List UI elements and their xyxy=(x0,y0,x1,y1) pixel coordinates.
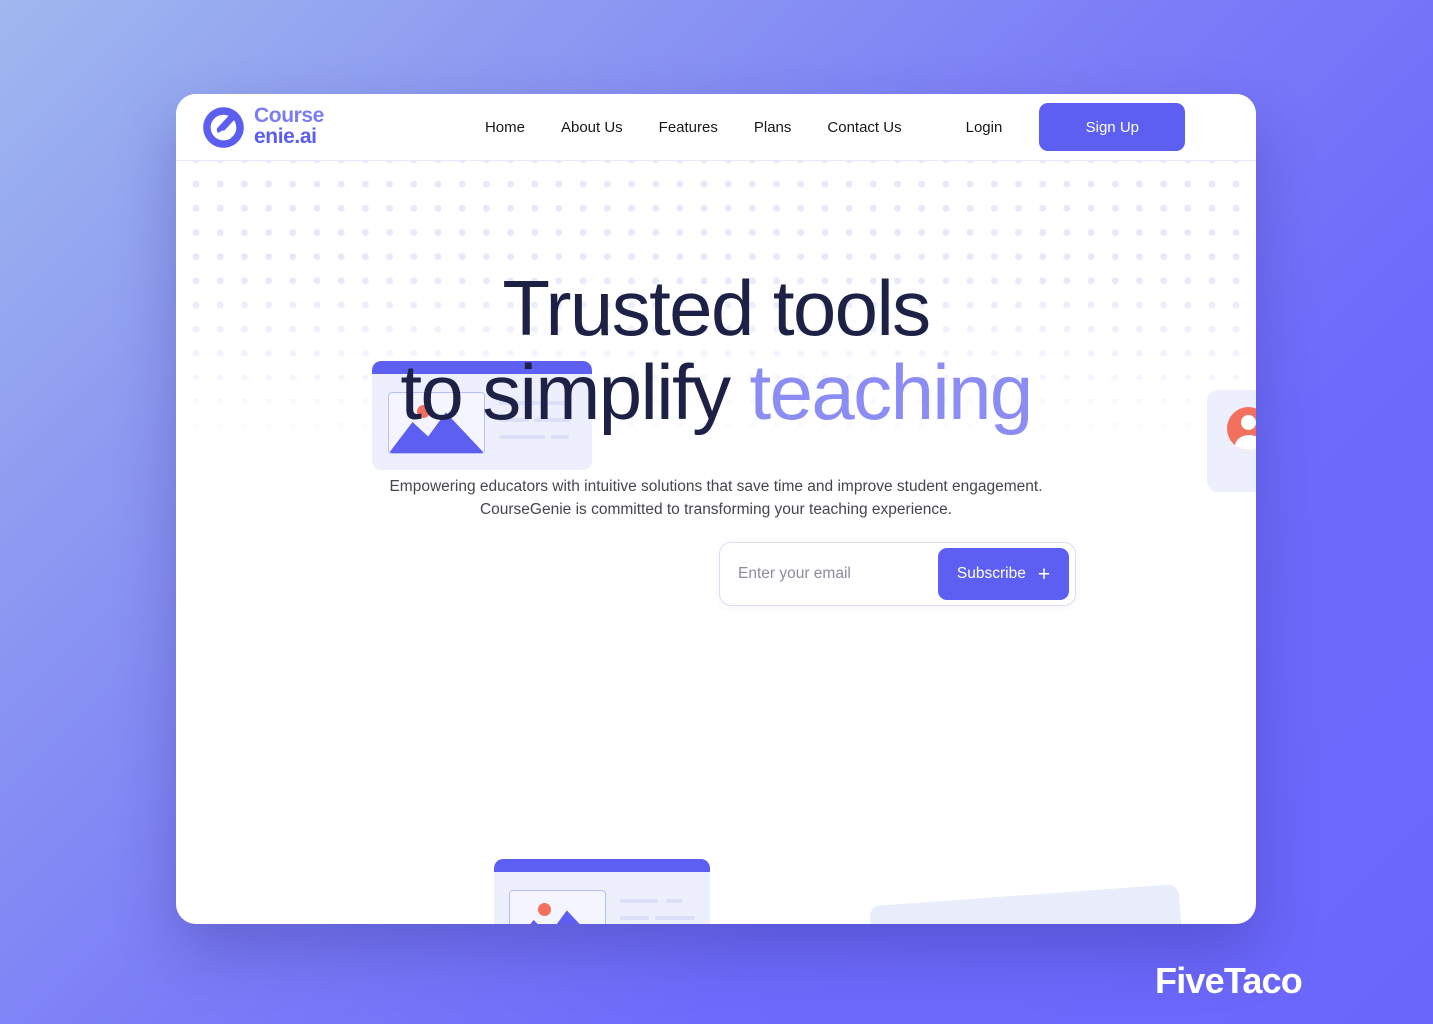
image-placeholder-icon xyxy=(509,890,606,924)
subscribe-button-label: Subscribe xyxy=(956,565,1026,582)
tilted-user-card-mock xyxy=(869,884,1186,924)
main-nav: Home About Us Features Plans Contact Us xyxy=(485,119,902,136)
page-title: Trusted tools to simplify teaching xyxy=(176,266,1256,434)
logo-text: Course enie.ai xyxy=(254,106,324,147)
headline-line-1: Trusted tools xyxy=(502,264,931,352)
subscribe-form: Subscribe + xyxy=(719,542,1076,606)
headline-line-2-plain: to simplify xyxy=(400,348,750,437)
hero-subtext-line-2: CourseGenie is committed to transforming… xyxy=(479,500,953,518)
email-input[interactable] xyxy=(720,565,938,583)
nav-item-features[interactable]: Features xyxy=(659,119,718,136)
nav-item-about-us[interactable]: About Us xyxy=(561,119,623,136)
coursegenie-g-logo-icon xyxy=(200,104,247,151)
plus-icon: + xyxy=(1037,562,1051,586)
fivetaco-watermark: FiveTaco xyxy=(1155,960,1303,1001)
sun-dot-icon xyxy=(538,903,551,916)
signup-button[interactable]: Sign Up xyxy=(1039,103,1186,151)
hero-section: Trusted tools to simplify teaching Empow… xyxy=(176,161,1256,924)
headline-accent-word: teaching xyxy=(749,348,1034,437)
login-link[interactable]: Login xyxy=(966,119,1003,136)
logo-line-1: Course xyxy=(254,104,324,128)
site-panel: Course enie.ai Home About Us Features Pl… xyxy=(176,94,1256,924)
logo-line-2: enie.ai xyxy=(254,125,317,148)
nav-item-contact-us[interactable]: Contact Us xyxy=(827,119,901,136)
card-header-bar xyxy=(494,859,710,872)
site-header: Course enie.ai Home About Us Features Pl… xyxy=(176,94,1256,161)
content-card-mock-bottom-left xyxy=(494,859,710,924)
nav-item-plans[interactable]: Plans xyxy=(754,119,792,136)
hero-subtext-line-1: Empowering educators with intuitive solu… xyxy=(389,478,1043,495)
auth-actions: Login Sign Up xyxy=(966,103,1186,151)
hero-subtext: Empowering educators with intuitive solu… xyxy=(176,476,1256,521)
logo[interactable]: Course enie.ai xyxy=(200,104,324,151)
nav-item-home[interactable]: Home xyxy=(485,119,525,136)
subscribe-button[interactable]: Subscribe + xyxy=(938,548,1069,600)
